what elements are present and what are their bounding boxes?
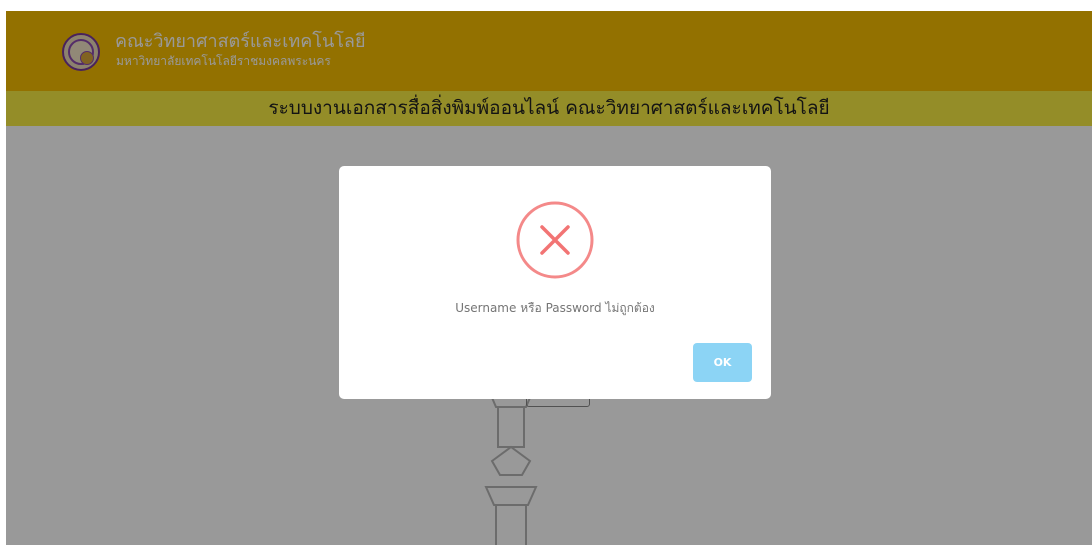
- error-dialog: Username หรือ Password ไม่ถูกต้อง OK: [339, 166, 771, 399]
- browser-viewport: คณะวิทยาศาสตร์และเทคโนโลยี มหาวิทยาลัยเท…: [6, 11, 1092, 545]
- error-x-icon: [516, 201, 594, 279]
- ok-button[interactable]: OK: [693, 343, 752, 382]
- error-message: Username หรือ Password ไม่ถูกต้อง: [455, 301, 655, 315]
